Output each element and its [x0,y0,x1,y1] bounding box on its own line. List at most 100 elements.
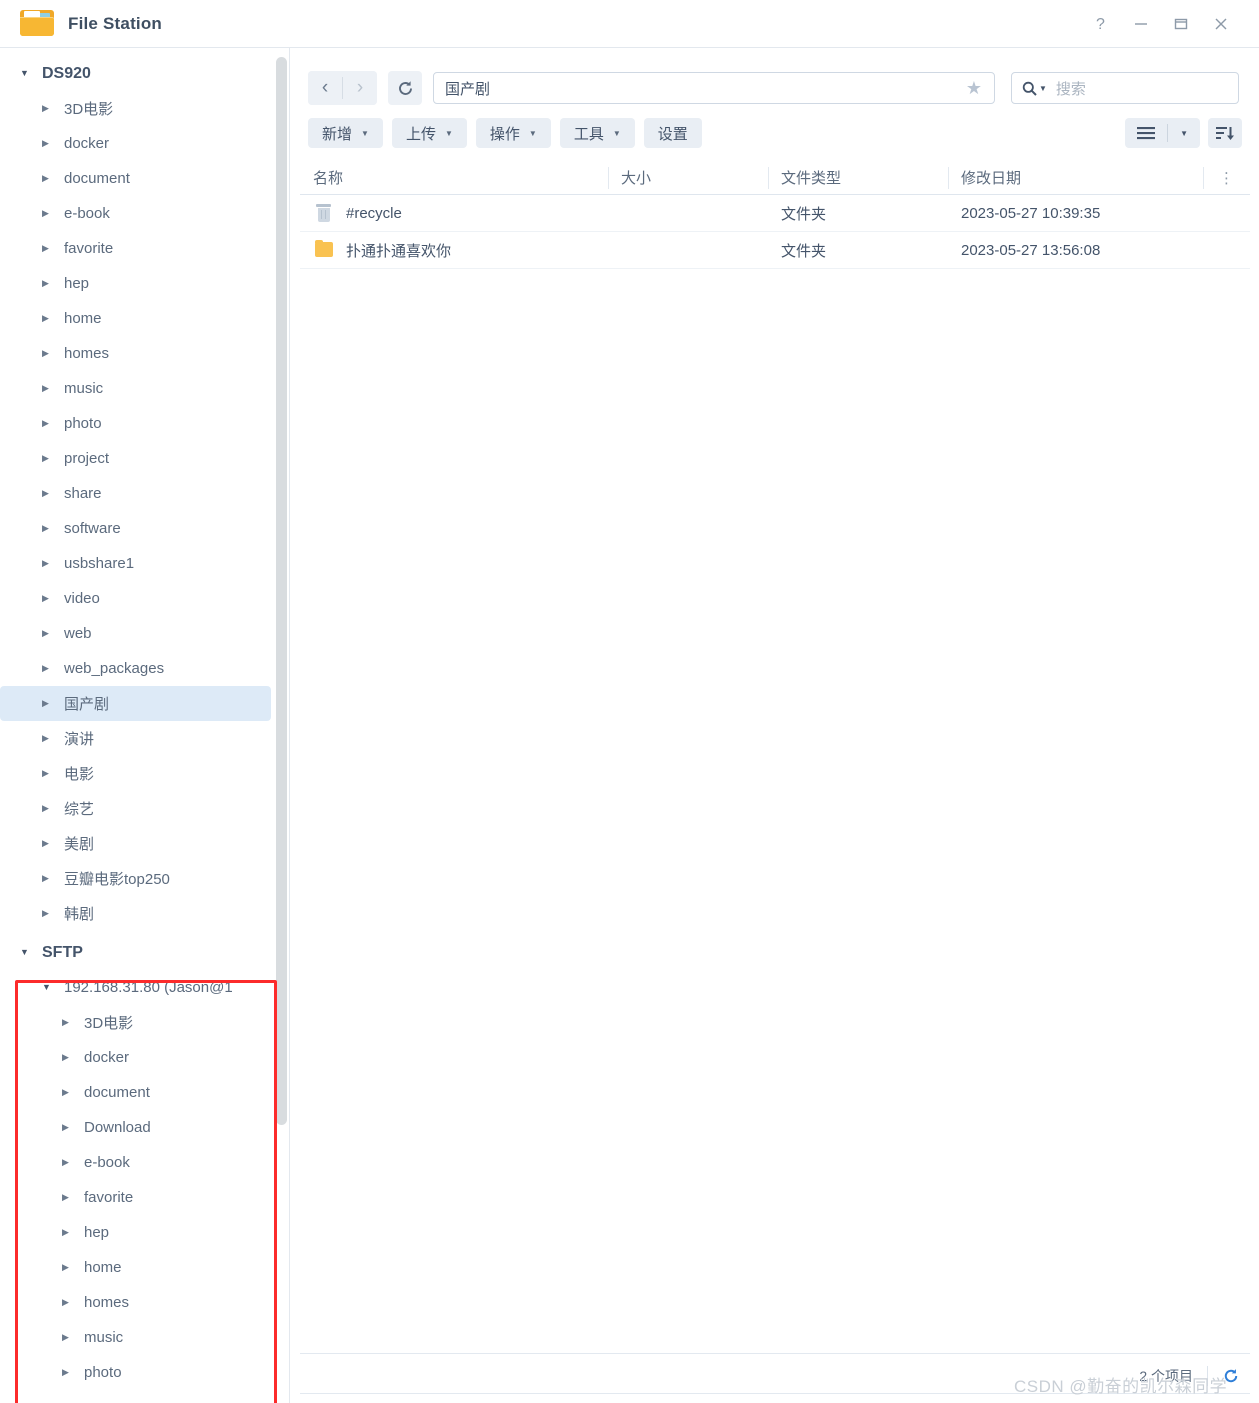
column-options-icon[interactable]: ⋮ [1203,161,1250,195]
sidebar-item-label: e-book [64,205,110,222]
cell-modified: 2023-05-27 13:56:08 [961,241,1101,259]
chevron-down-icon: ▼ [42,982,51,992]
sidebar-item-20[interactable]: ▶ 综艺 [0,791,271,826]
page-title: File Station [68,13,163,33]
sidebar-item-7[interactable]: ▶ homes [0,336,271,371]
list-view-icon[interactable] [1125,118,1167,148]
folder-tree[interactable]: ▼ DS920 ▶ 3D电影 ▶ docker ▶ document ▶ e-book ▶ favor… [0,48,277,1390]
sidebar-item-6[interactable]: ▶ home [0,301,271,336]
search-icon [1022,81,1037,96]
chevron-right-icon: ▶ [62,1122,69,1132]
sidebar-item-13[interactable]: ▶ usbshare1 [0,546,271,581]
toolbar-button-1[interactable]: 上传 ▼ [391,118,467,148]
sidebar-item-1[interactable]: ▶ docker [0,126,271,161]
column-header-3[interactable]: 修改日期 [948,161,1203,195]
minimize-icon[interactable] [1121,4,1161,44]
sidebar-item-4[interactable]: ▶ favorite [0,231,271,266]
sidebar[interactable]: ▼ DS920 ▶ 3D电影 ▶ docker ▶ document ▶ e-book ▶ favor… [0,48,290,1403]
sidebar-item-label: favorite [84,1189,134,1206]
sftp-host[interactable]: ▼ 192.168.31.80 (Jason@1 [0,970,271,1005]
sidebar-item-0[interactable]: ▶ 3D电影 [0,91,271,126]
chevron-right-icon: ▶ [62,1157,69,1167]
sftp-item-10[interactable]: ▶ photo [0,1355,271,1390]
sort-button[interactable] [1208,118,1242,148]
sidebar-item-12[interactable]: ▶ software [0,511,271,546]
sidebar-item-label: photo [64,415,102,432]
chevron-right-icon: ▶ [42,488,49,498]
back-button[interactable]: ‹ [308,71,342,105]
sidebar-item-11[interactable]: ▶ share [0,476,271,511]
sidebar-item-9[interactable]: ▶ photo [0,406,271,441]
toolbar-button-3[interactable]: 工具 ▼ [559,118,635,148]
sidebar-scrollbar[interactable] [276,57,287,1125]
action-button-group: 新增 ▼ 上传 ▼ 操作 ▼ 工具 ▼ 设置 [291,118,711,148]
refresh-button[interactable] [388,71,422,105]
sidebar-item-19[interactable]: ▶ 电影 [0,756,271,791]
sidebar-item-8[interactable]: ▶ music [0,371,271,406]
sidebar-item-21[interactable]: ▶ 美剧 [0,826,271,861]
sidebar-item-label: homes [64,345,110,362]
sidebar-item-18[interactable]: ▶ 演讲 [0,721,271,756]
sidebar-item-2[interactable]: ▶ document [0,161,271,196]
sftp-item-3[interactable]: ▶ Download [0,1110,271,1145]
sidebar-item-10[interactable]: ▶ project [0,441,271,476]
chevron-right-icon: ▶ [42,558,49,568]
sidebar-item-3[interactable]: ▶ e-book [0,196,271,231]
favorite-star-icon[interactable]: ★ [966,78,982,99]
sidebar-item-label: docker [64,135,110,152]
sidebar-item-17[interactable]: ▶ 国产剧 [0,686,271,721]
chevron-right-icon: ▶ [62,1227,69,1237]
search-input[interactable]: ▼ 搜索 [1011,72,1239,104]
view-mode-button[interactable]: ▼ [1125,118,1200,148]
column-header-2[interactable]: 文件类型 [768,161,948,195]
column-header-0[interactable]: 名称 [300,161,608,195]
sidebar-section-sftp[interactable]: ▼ SFTP [0,935,271,970]
toolbar-button-label: 操作 [489,125,520,143]
toolbar-button-2[interactable]: 操作 ▼ [475,118,551,148]
view-controls: ▼ [1125,118,1242,148]
column-header-label: 大小 [621,170,652,187]
sidebar-item-label: home [64,310,102,327]
search-placeholder: 搜索 [1055,80,1086,98]
sftp-item-7[interactable]: ▶ home [0,1250,271,1285]
toolbar-button-4[interactable]: 设置 [643,118,702,148]
chevron-down-icon: ▼ [361,128,369,138]
chevron-right-icon: ▶ [42,733,49,743]
sftp-item-5[interactable]: ▶ favorite [0,1180,271,1215]
sidebar-item-14[interactable]: ▶ video [0,581,271,616]
forward-button[interactable]: › [343,71,377,105]
cell-name: #recycle [300,195,608,232]
sftp-item-2[interactable]: ▶ document [0,1075,271,1110]
chevron-right-icon: ▶ [42,103,49,113]
sftp-item-6[interactable]: ▶ hep [0,1215,271,1250]
chevron-down-icon[interactable]: ▼ [1039,84,1047,93]
sidebar-item-23[interactable]: ▶ 韩剧 [0,896,271,931]
chevron-right-icon: ▶ [42,348,49,358]
sidebar-section-ds920[interactable]: ▼ DS920 [0,56,271,91]
sidebar-item-22[interactable]: ▶ 豆瓣电影top250 [0,861,271,896]
help-icon[interactable]: ? [1081,4,1121,44]
table-row[interactable]: #recycle 文件夹 2023-05-27 10:39:35 [300,195,1250,232]
svg-text:?: ? [1096,16,1105,33]
chevron-right-icon: ▶ [42,138,49,148]
close-icon[interactable] [1201,4,1241,44]
column-header-1[interactable]: 大小 [608,161,768,195]
address-bar[interactable]: 国产剧 ★ [433,72,995,104]
sftp-item-9[interactable]: ▶ music [0,1320,271,1355]
chevron-right-icon: ▶ [42,173,49,183]
cell-type: 文件夹 [781,205,827,223]
sidebar-item-5[interactable]: ▶ hep [0,266,271,301]
sftp-item-0[interactable]: ▶ 3D电影 [0,1005,271,1040]
sftp-item-8[interactable]: ▶ homes [0,1285,271,1320]
sidebar-item-15[interactable]: ▶ web [0,616,271,651]
cell-size [608,195,768,232]
sftp-item-1[interactable]: ▶ docker [0,1040,271,1075]
sidebar-item-16[interactable]: ▶ web_packages [0,651,271,686]
maximize-icon[interactable] [1161,4,1201,44]
table-row[interactable]: 扑通扑通喜欢你 文件夹 2023-05-27 13:56:08 [300,232,1250,269]
toolbar-button-0[interactable]: 新增 ▼ [308,118,383,148]
sidebar-item-label: favorite [64,240,114,257]
sftp-item-4[interactable]: ▶ e-book [0,1145,271,1180]
table-body[interactable]: #recycle 文件夹 2023-05-27 10:39:35 扑通扑通喜欢你 文件夹… [300,195,1250,269]
view-dropdown-icon[interactable]: ▼ [1168,118,1200,148]
